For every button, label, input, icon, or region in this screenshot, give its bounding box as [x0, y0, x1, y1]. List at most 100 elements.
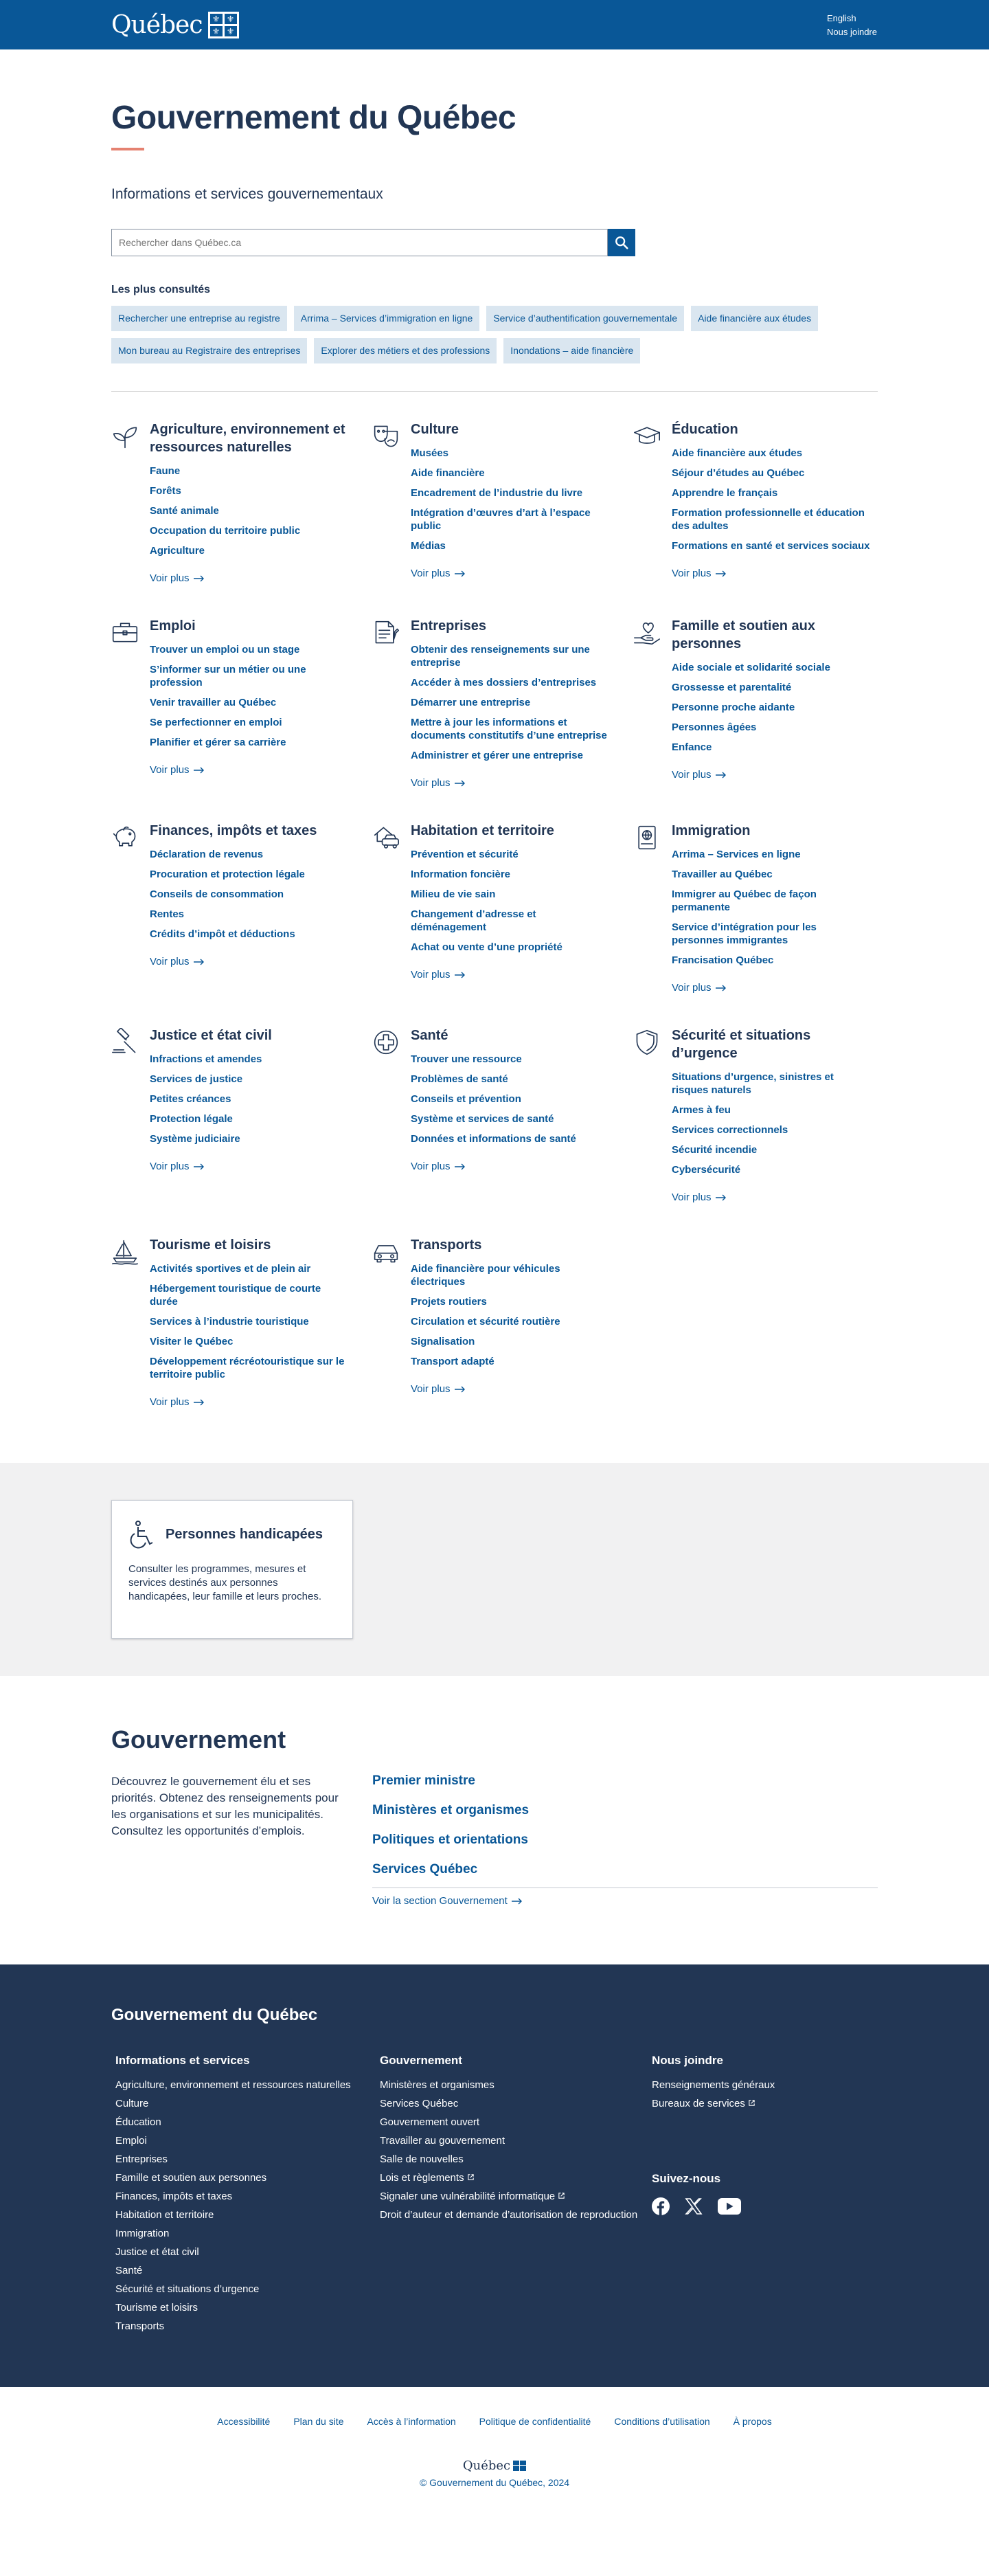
footer-link[interactable]: Habitation et territoire — [115, 2209, 214, 2221]
category-title[interactable]: Tourisme et loisirs — [150, 1237, 271, 1253]
category-link[interactable]: Système judiciaire — [150, 1133, 240, 1145]
bottom-link[interactable]: Accessibilité — [217, 2416, 270, 2427]
category-link[interactable]: Services à l’industrie touristique — [150, 1316, 309, 1328]
category-link[interactable]: Conseils et prévention — [411, 1093, 521, 1105]
category-title[interactable]: Sécurité et situations d’urgence — [672, 1028, 810, 1061]
popular-chip[interactable]: Arrima – Services d’immigration en ligne — [293, 306, 480, 331]
handicap-card[interactable]: Personnes handicapées Consulter les prog… — [111, 1500, 353, 1639]
category-link[interactable]: Obtenir des renseignements sur une entre… — [411, 644, 590, 669]
footer-link[interactable]: Emploi — [115, 2135, 147, 2147]
category-link[interactable]: Venir travailler au Québec — [150, 697, 276, 708]
english-link[interactable]: English — [827, 13, 878, 23]
footer-link[interactable]: Immigration — [115, 2228, 169, 2239]
category-link[interactable]: Faune — [150, 465, 180, 477]
footer-link[interactable]: Droit d’auteur et demande d’autorisation… — [380, 2209, 637, 2221]
category-link[interactable]: Cybersécurité — [672, 1164, 740, 1176]
voir-plus-link[interactable]: Voir plus — [150, 572, 349, 584]
category-link[interactable]: Système et services de santé — [411, 1113, 554, 1125]
category-link[interactable]: Circulation et sécurité routière — [411, 1316, 560, 1328]
voir-plus-link[interactable]: Voir plus — [411, 1383, 610, 1395]
popular-chip[interactable]: Service d’authentification gouvernementa… — [486, 306, 685, 331]
category-link[interactable]: Personne proche aidante — [672, 702, 795, 713]
voir-plus-link[interactable]: Voir plus — [672, 568, 871, 579]
category-link[interactable]: Rentes — [150, 908, 184, 920]
voir-plus-link[interactable]: Voir plus — [672, 769, 871, 781]
voir-plus-link[interactable]: Voir plus — [672, 1191, 871, 1203]
category-link[interactable]: Francisation Québec — [672, 954, 773, 966]
category-link[interactable]: Activités sportives et de plein air — [150, 1263, 310, 1275]
category-link[interactable]: Service d’intégration pour les personnes… — [672, 921, 817, 946]
category-title[interactable]: Culture — [411, 422, 459, 437]
popular-chip[interactable]: Mon bureau au Registraire des entreprise… — [111, 338, 308, 363]
category-link[interactable]: Signalisation — [411, 1336, 475, 1347]
category-link[interactable]: S’informer sur un métier ou une professi… — [150, 664, 306, 688]
footer-link[interactable]: Entreprises — [115, 2153, 168, 2165]
search-button[interactable] — [608, 229, 635, 256]
category-link[interactable]: Procuration et protection légale — [150, 869, 305, 880]
category-link[interactable]: Enfance — [672, 741, 712, 753]
category-title[interactable]: Emploi — [150, 618, 196, 634]
category-link[interactable]: Conseils de consommation — [150, 888, 284, 900]
footer-link[interactable]: Justice et état civil — [115, 2246, 199, 2258]
category-link[interactable]: Infractions et amendes — [150, 1053, 262, 1065]
category-link[interactable]: Information foncière — [411, 869, 510, 880]
gov-link-ministeres[interactable]: Ministères et organismes — [372, 1803, 529, 1817]
bottom-link[interactable]: Accès à l’information — [367, 2416, 456, 2427]
footer-link[interactable]: Lois et règlements — [380, 2172, 475, 2184]
footer-link[interactable]: Éducation — [115, 2116, 161, 2128]
footer-link[interactable]: Culture — [115, 2098, 148, 2109]
category-link[interactable]: Se perfectionner en emploi — [150, 717, 282, 728]
category-link[interactable]: Trouver un emploi ou un stage — [150, 644, 299, 656]
category-link[interactable]: Achat ou vente d’une propriété — [411, 941, 562, 953]
footer-link[interactable]: Finances, impôts et taxes — [115, 2191, 232, 2202]
footer-link[interactable]: Santé — [115, 2265, 142, 2276]
footer-link[interactable]: Tourisme et loisirs — [115, 2302, 198, 2314]
popular-chip[interactable]: Rechercher une entreprise au registre — [111, 306, 287, 331]
category-link[interactable]: Situations d’urgence, sinistres et risqu… — [672, 1071, 834, 1096]
category-link[interactable]: Mettre à jour les informations et docume… — [411, 717, 607, 741]
category-title[interactable]: Habitation et territoire — [411, 823, 554, 838]
category-link[interactable]: Sécurité incendie — [672, 1144, 757, 1156]
footer-link[interactable]: Salle de nouvelles — [380, 2153, 464, 2165]
category-link[interactable]: Agriculture — [150, 545, 205, 557]
footer-link[interactable]: Travailler au gouvernement — [380, 2135, 505, 2147]
category-link[interactable]: Séjour d’études au Québec — [672, 467, 804, 479]
category-link[interactable]: Crédits d’impôt et déductions — [150, 928, 295, 940]
category-link[interactable]: Apprendre le français — [672, 487, 777, 499]
contact-link[interactable]: Nous joindre — [827, 27, 878, 37]
footer-link[interactable]: Services Québec — [380, 2098, 458, 2109]
voir-plus-link[interactable]: Voir plus — [150, 1161, 349, 1172]
category-link[interactable]: Données et informations de santé — [411, 1133, 576, 1145]
category-link[interactable]: Grossesse et parentalité — [672, 682, 791, 693]
footer-link[interactable]: Bureaux de services — [652, 2098, 755, 2109]
popular-chip[interactable]: Aide financière aux études — [691, 306, 819, 331]
category-link[interactable]: Protection légale — [150, 1113, 233, 1125]
category-link[interactable]: Petites créances — [150, 1093, 231, 1105]
category-title[interactable]: Entreprises — [411, 618, 486, 634]
voir-plus-link[interactable]: Voir plus — [150, 764, 349, 776]
footer-link[interactable]: Transports — [115, 2320, 164, 2332]
category-title[interactable]: Agriculture, environnement et ressources… — [150, 422, 345, 455]
category-link[interactable]: Encadrement de l’industrie du livre — [411, 487, 582, 499]
category-link[interactable]: Aide financière — [411, 467, 485, 479]
category-link[interactable]: Accéder à mes dossiers d’entreprises — [411, 677, 596, 688]
gov-more-link[interactable]: Voir la section Gouvernement — [372, 1895, 878, 1907]
footer-link[interactable]: Sécurité et situations d’urgence — [115, 2283, 259, 2295]
gov-link-premier-ministre[interactable]: Premier ministre — [372, 1773, 475, 1788]
footer-link[interactable]: Famille et soutien aux personnes — [115, 2172, 266, 2184]
category-link[interactable]: Formation professionnelle et éducation d… — [672, 507, 865, 532]
category-title[interactable]: Immigration — [672, 823, 750, 838]
voir-plus-link[interactable]: Voir plus — [411, 777, 610, 789]
category-link[interactable]: Arrima – Services en ligne — [672, 849, 801, 860]
category-link[interactable]: Santé animale — [150, 505, 219, 517]
category-link[interactable]: Changement d’adresse et déménagement — [411, 908, 536, 933]
bottom-link[interactable]: Plan du site — [293, 2416, 343, 2427]
category-link[interactable]: Musées — [411, 447, 448, 459]
voir-plus-link[interactable]: Voir plus — [150, 1396, 349, 1408]
category-link[interactable]: Milieu de vie sain — [411, 888, 495, 900]
category-link[interactable]: Déclaration de revenus — [150, 849, 263, 860]
footer-link[interactable]: Renseignements généraux — [652, 2079, 775, 2091]
category-link[interactable]: Problèmes de santé — [411, 1073, 508, 1085]
voir-plus-link[interactable]: Voir plus — [411, 969, 610, 981]
voir-plus-link[interactable]: Voir plus — [411, 1161, 610, 1172]
